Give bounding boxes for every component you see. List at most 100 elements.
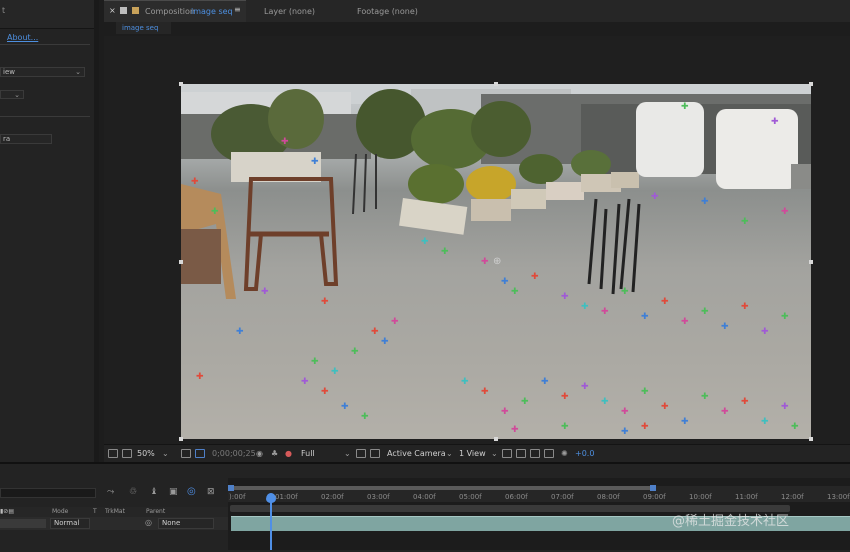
svg-text:✚: ✚ xyxy=(721,407,729,417)
svg-text:✚: ✚ xyxy=(681,102,689,112)
work-area-bar[interactable] xyxy=(230,486,655,490)
frame-handle[interactable] xyxy=(809,260,813,264)
frame-handle[interactable] xyxy=(494,437,498,441)
column-mode: Mode xyxy=(52,508,69,515)
frame-handle[interactable] xyxy=(179,82,183,86)
chevron-down-icon: ⌄ xyxy=(75,68,81,76)
shy-icon[interactable]: ♝ xyxy=(150,487,158,497)
draft-3d-icon[interactable]: ♲ xyxy=(129,487,137,497)
ruler-tick-label: 11:00f xyxy=(735,493,758,501)
resolution-dropdown[interactable]: Full xyxy=(301,449,315,458)
divider xyxy=(0,44,90,45)
svg-text:✚: ✚ xyxy=(651,192,659,202)
switches-icon[interactable]: ▮⊘▤ xyxy=(0,508,14,515)
monitor-icon[interactable] xyxy=(122,449,132,458)
lock-icon[interactable] xyxy=(120,7,127,14)
exposure-icon[interactable]: ✺ xyxy=(561,449,568,458)
parent-dropdown[interactable]: None xyxy=(158,518,214,529)
search-input[interactable] xyxy=(0,488,96,498)
ruler-tick-label: 03:00f xyxy=(367,493,390,501)
ruler-tick-label: 08:00f xyxy=(597,493,620,501)
motion-blur-icon[interactable]: ◎ xyxy=(187,486,196,497)
region-icon[interactable] xyxy=(195,449,205,458)
transparency-grid-icon[interactable] xyxy=(370,449,380,458)
zoom-dropdown[interactable]: 50% xyxy=(137,449,155,458)
timeline-icon[interactable] xyxy=(530,449,540,458)
footage-frame[interactable]: ✚ ✚ ✚ ✚ ✚ ✚ ✚ ✚ ✚ ✚ ✚ ✚ ✚ ✚ ✚ ✚ ✚ ✚ ✚ ✚ ✚ ✚ ✚ ✚ ✚ ✚ ✚… xyxy=(181,84,811,439)
tab-footage[interactable]: Footage (none) xyxy=(357,7,418,16)
blend-mode-value: Normal xyxy=(54,519,80,527)
panel-divider[interactable] xyxy=(94,0,99,462)
composition-breadcrumb[interactable]: image seq xyxy=(116,22,171,34)
svg-text:✚: ✚ xyxy=(661,297,669,307)
svg-text:✚: ✚ xyxy=(561,422,569,432)
fast-previews-icon[interactable] xyxy=(516,449,526,458)
view-dropdown[interactable]: iew ⌄ xyxy=(0,67,85,77)
frame-blending-icon[interactable]: ▣ xyxy=(169,487,178,497)
playhead-handle[interactable] xyxy=(266,493,276,503)
chevron-down-icon[interactable]: ⌄ xyxy=(344,449,351,458)
view-dropdown-value: iew xyxy=(3,68,15,76)
svg-text:✚: ✚ xyxy=(641,422,649,432)
svg-text:✚: ✚ xyxy=(601,397,609,407)
svg-text:✚: ✚ xyxy=(521,397,529,407)
svg-text:✚: ✚ xyxy=(481,387,489,397)
region-of-interest-icon[interactable] xyxy=(356,449,366,458)
pick-whip-icon[interactable]: ◎ xyxy=(145,518,152,527)
camera-dropdown[interactable]: Active Camera xyxy=(387,449,446,458)
chevron-down-icon[interactable]: ⌄ xyxy=(162,449,169,458)
svg-text:✚: ✚ xyxy=(196,372,204,382)
svg-text:✚: ✚ xyxy=(501,407,509,417)
ruler-tick-label: 05:00f xyxy=(459,493,482,501)
svg-text:✚: ✚ xyxy=(461,377,469,387)
frame-handle[interactable] xyxy=(809,82,813,86)
flowchart-icon[interactable] xyxy=(544,449,554,458)
composition-icon xyxy=(132,7,139,14)
column-parent: Parent xyxy=(146,508,166,515)
parent-value: None xyxy=(162,519,181,527)
fit-icon[interactable] xyxy=(181,449,191,458)
ruler-tick-label: 09:00f xyxy=(643,493,666,501)
camera-snapshot-icon[interactable]: ◉ xyxy=(256,449,263,458)
svg-text:✚: ✚ xyxy=(741,397,749,407)
pixel-aspect-icon[interactable] xyxy=(502,449,512,458)
option-dropdown[interactable]: ⌄ xyxy=(0,90,24,99)
svg-text:✚: ✚ xyxy=(311,357,319,367)
svg-text:✚: ✚ xyxy=(311,157,319,167)
always-preview-icon[interactable] xyxy=(108,449,118,458)
chevron-down-icon[interactable]: ⌄ xyxy=(446,449,453,458)
chevron-down-icon[interactable]: ⌄ xyxy=(491,449,498,458)
exposure-value[interactable]: +0.0 xyxy=(575,449,594,458)
svg-text:✚: ✚ xyxy=(741,302,749,312)
close-icon[interactable]: × xyxy=(109,6,116,15)
camera-name-field[interactable]: ra xyxy=(0,134,52,144)
frame-handle[interactable] xyxy=(494,82,498,86)
svg-text:✚: ✚ xyxy=(781,312,789,322)
frame-handle[interactable] xyxy=(809,437,813,441)
tab-layer[interactable]: Layer (none) xyxy=(264,7,315,16)
view-layout-dropdown[interactable]: 1 View xyxy=(459,449,486,458)
frame-handle[interactable] xyxy=(179,437,183,441)
panel-tab-strip xyxy=(0,0,98,29)
svg-text:✚: ✚ xyxy=(211,207,219,217)
current-time[interactable]: 0;00;00;25 xyxy=(212,449,256,458)
color-channels-icon[interactable]: ● xyxy=(285,449,292,458)
svg-text:✚: ✚ xyxy=(621,407,629,417)
work-area-start-handle[interactable] xyxy=(228,485,234,491)
layer-switches[interactable] xyxy=(0,519,46,528)
ruler-tick-label: 02:00f xyxy=(321,493,344,501)
show-snapshot-icon[interactable]: ♣ xyxy=(271,449,278,458)
svg-text:✚: ✚ xyxy=(681,317,689,327)
blend-mode-dropdown[interactable]: Normal xyxy=(50,518,90,529)
svg-text:✚: ✚ xyxy=(621,287,629,297)
camera-name-value: ra xyxy=(3,135,11,143)
about-link[interactable]: About... xyxy=(7,33,38,42)
svg-text:✚: ✚ xyxy=(701,392,709,402)
work-area-end-handle[interactable] xyxy=(650,485,656,491)
composition-flowchart-icon[interactable]: ⤳ xyxy=(107,487,114,497)
panel-menu-icon[interactable]: ≡ xyxy=(234,5,241,14)
layer-row[interactable]: Normal ◎ None xyxy=(0,517,228,530)
graph-editor-icon[interactable]: ⊠ xyxy=(207,487,215,497)
ruler-tick-label: 06:00f xyxy=(505,493,528,501)
frame-handle[interactable] xyxy=(179,260,183,264)
